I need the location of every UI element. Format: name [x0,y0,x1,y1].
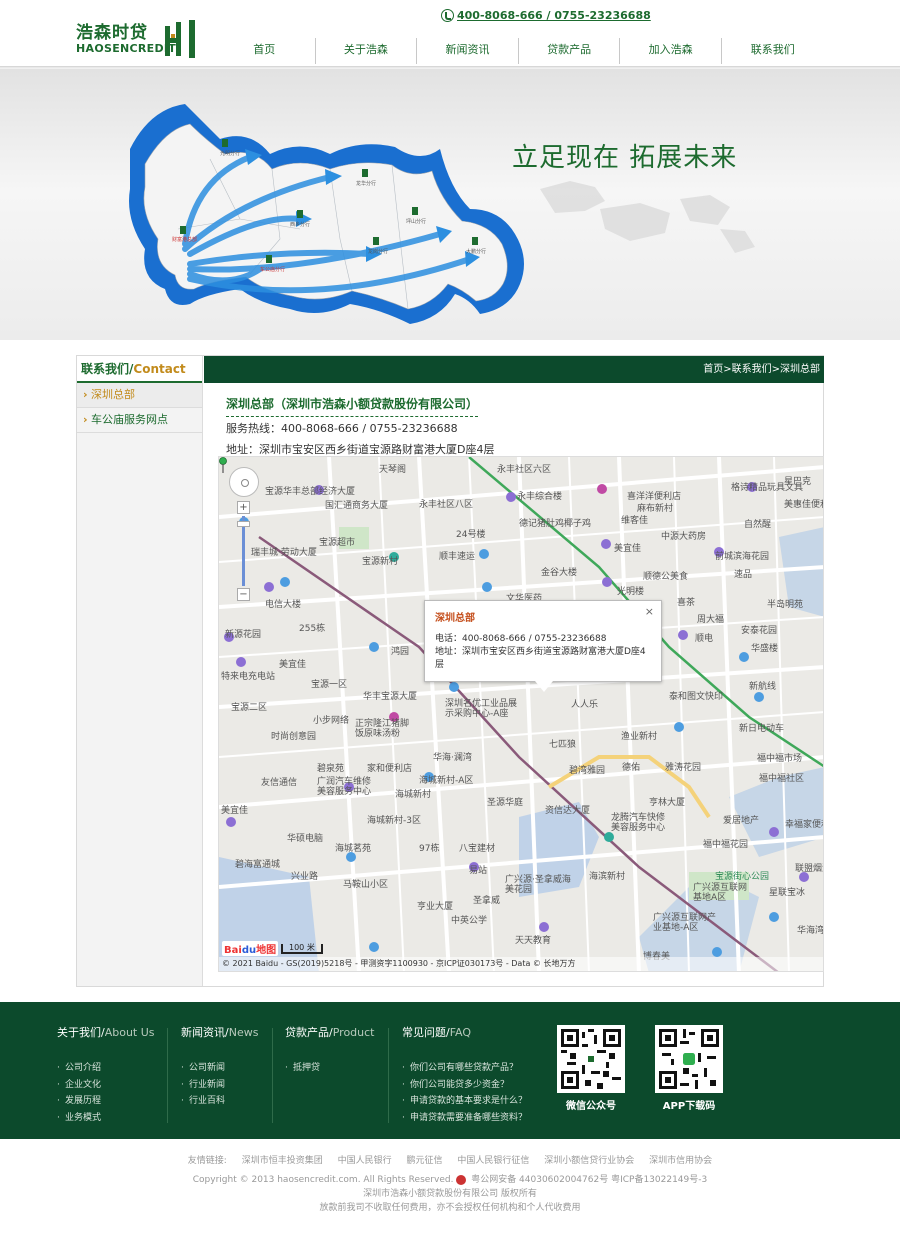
map-info-window: × 深圳总部 电话：400-8068-666 / 0755-23236688 地… [424,600,662,692]
info-window-address: 地址：深圳市宝安区西乡街道宝源路财富港大厦D座4层 [435,647,646,670]
info-window-title: 深圳总部 [435,613,475,624]
banner-map-graphic: 财富港总部 光明分行 龙华分行 西乡分行 龙岗分行 车公庙分行 坪山分行 大鹏分… [129,104,755,324]
footer-link[interactable]: 抵押贷 [285,1060,374,1077]
friend-link[interactable]: 深圳市恒丰投资集团 [242,1156,323,1166]
svg-text:龙华分行: 龙华分行 [356,180,376,187]
copyright-line: Copyright © 2013 haosencredit.com. All R… [192,1174,708,1185]
footer-link[interactable]: 申请贷款需要准备哪些资料？ [402,1110,527,1127]
map-zoom-slider[interactable] [237,521,250,527]
footer-link[interactable]: 业务模式 [57,1110,155,1127]
map-marker-icon[interactable] [219,457,227,473]
police-badge-icon [456,1174,467,1185]
app-qr-label: APP下载码 [662,1101,716,1112]
company-line: 深圳市浩森小额贷款股份有限公司 版权所有 [363,1189,537,1199]
map-copyright: © 2021 Baidu - GS(2019)5218号 - 甲测资字11009… [219,957,823,971]
friend-link[interactable]: 中国人民银行征信 [457,1156,529,1166]
footer-link[interactable]: 你们公司能贷多少资金？ [402,1077,527,1094]
footer-col-product: 贷款产品/Product 抵押贷 [285,1024,374,1077]
notice-line: 放款前我司不收取任何费用，亦不会授权任何机构和个人代收费用 [319,1203,581,1213]
site-bottom: 友情链接: 深圳市恒丰投资集团 中国人民银行 鹏元征信 中国人民银行征信 深圳小… [0,1139,900,1246]
map-zoom-out-button[interactable]: − [237,588,250,601]
svg-text:车公庙分行: 车公庙分行 [260,266,285,273]
office-hotline: 服务热线：400-8068-666 / 0755-23236688 [226,422,458,435]
logo-en: HAOSENCREDIT [76,42,177,55]
nav-news[interactable]: 新闻资讯 [417,38,519,64]
footer-col-news: 新闻资讯/News 公司新闻 行业新闻 行业百科 [181,1024,258,1110]
footer-link[interactable]: 行业百科 [181,1093,258,1110]
nav-contact[interactable]: 联系我们 [722,38,824,64]
footer-link[interactable]: 公司介绍 [57,1060,155,1077]
footer-link[interactable]: 你们公司有哪些贷款产品？ [402,1060,527,1077]
svg-text:坪山分行: 坪山分行 [406,218,426,225]
header-hotline: 400-8068-666 / 0755-23236688 [441,7,651,23]
map-scale: 100 米 [281,944,323,954]
app-qr-code [655,1025,723,1093]
footer-link[interactable]: 企业文化 [57,1077,155,1094]
wechat-qr-code [557,1025,625,1093]
banner: 财富港总部 光明分行 龙华分行 西乡分行 龙岗分行 车公庙分行 坪山分行 大鹏分… [0,69,900,340]
sidebar-item-shenzhen-hq[interactable]: 深圳总部 [77,383,202,408]
map-zoom-in-button[interactable]: + [237,501,250,514]
svg-text:光明分行: 光明分行 [220,150,240,157]
footer-link[interactable]: 申请贷款的基本要求是什么？ [402,1093,527,1110]
friend-link[interactable]: 中国人民银行 [338,1156,392,1166]
sidebar-item-chegongmiao[interactable]: 车公庙服务网点 [77,408,202,433]
nav-join[interactable]: 加入浩森 [620,38,722,64]
office-title: 深圳总部（深圳市浩森小额贷款股份有限公司） [226,395,479,417]
wechat-qr-label: 微信公众号 [566,1101,616,1112]
office-address: 地址：深圳市宝安区西乡街道宝源路财富港大厦D座4层 [226,443,495,456]
svg-text:龙岗分行: 龙岗分行 [368,248,388,255]
site-header: 浩森时贷 HAOSENCREDIT 400-8068-666 / 0755-23… [0,0,900,68]
svg-text:西乡分行: 西乡分行 [290,221,310,228]
friend-link[interactable]: 深圳市信用协会 [649,1156,712,1166]
info-window-phone: 电话：400-8068-666 / 0755-23236688 [435,634,607,644]
breadcrumb: 首页>联系我们>深圳总部 [204,356,824,383]
baidu-logo[interactable]: Baidu地图 [222,941,279,956]
baidu-map[interactable]: 天琴阁 宝源华丰总部经济大厦 国汇通商务大厦 永丰社区八区 永丰社区六区 永丰综… [218,456,824,972]
phone-icon [441,8,454,22]
footer-link[interactable]: 发展历程 [57,1093,155,1110]
sidebar: 联系我们/Contact 深圳总部 车公庙服务网点 [77,356,203,986]
svg-text:财富港总部: 财富港总部 [172,236,197,243]
friend-link[interactable]: 深圳小额信贷行业协会 [544,1156,634,1166]
sidebar-title: 联系我们/Contact [77,356,202,383]
banner-slogan: 立足现在 拓展未来 [512,143,738,173]
map-zoom-control: + − [237,501,250,601]
logo-cn: 浩森时贷 [76,23,148,43]
close-icon[interactable]: × [645,605,654,618]
nav-products[interactable]: 贷款产品 [519,38,621,64]
nav-home[interactable]: 首页 [214,38,316,64]
contact-content: 首页>联系我们>深圳总部 深圳总部（深圳市浩森小额贷款股份有限公司） 服务热线：… [204,356,824,986]
nav-about[interactable]: 关于浩森 [316,38,418,64]
footer-col-faq: 常见问题/FAQ 你们公司有哪些贷款产品？ 你们公司能贷多少资金？ 申请贷款的基… [402,1024,527,1126]
friend-link[interactable]: 鹏元征信 [407,1156,443,1166]
footer-link[interactable]: 公司新闻 [181,1060,258,1077]
svg-text:大鹏分行: 大鹏分行 [466,248,486,255]
main-nav: 首页 关于浩森 新闻资讯 贷款产品 加入浩森 联系我们 [214,38,824,64]
site-footer: 关于我们/About Us 公司介绍 企业文化 发展历程 业务模式 新闻资讯/N… [0,1002,900,1139]
logo-mark-icon [165,20,195,58]
map-pan-control[interactable] [229,467,259,497]
footer-col-about: 关于我们/About Us 公司介绍 企业文化 发展历程 业务模式 [57,1024,155,1126]
main-content-area: 联系我们/Contact 深圳总部 车公庙服务网点 首页>联系我们>深圳总部 深… [76,355,824,987]
footer-link[interactable]: 行业新闻 [181,1077,258,1094]
friend-links: 友情链接: 深圳市恒丰投资集团 中国人民银行 鹏元征信 中国人民银行征信 深圳小… [187,1156,713,1166]
